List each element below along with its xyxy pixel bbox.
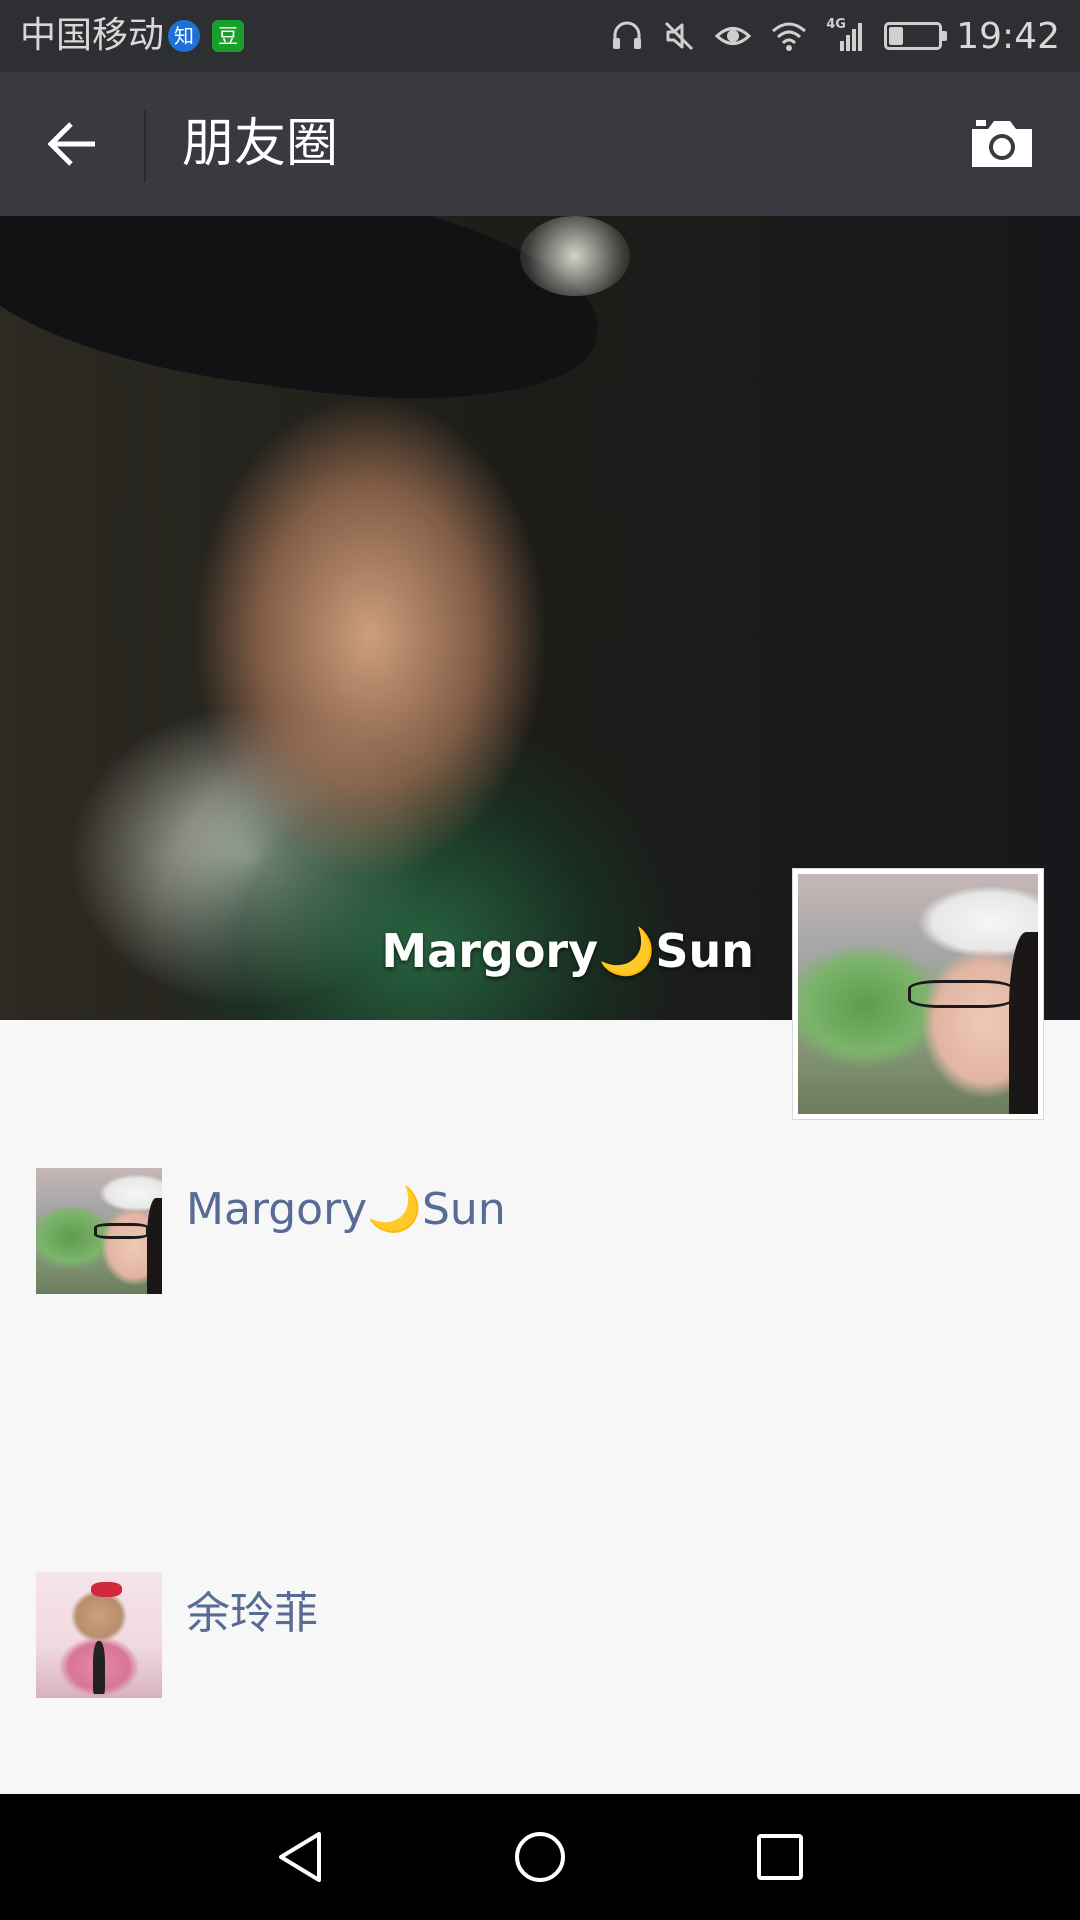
page-title: 朋友圈 [182, 114, 339, 174]
avatar-hair [146, 1198, 162, 1294]
system-nav-bar [0, 1794, 1080, 1920]
nav-home-icon [515, 1832, 565, 1882]
feed-user-name[interactable]: 余玲菲 [186, 1586, 318, 1642]
avatar-glasses [908, 979, 1014, 1009]
nav-recents-button[interactable] [750, 1827, 810, 1887]
header-bar: 朋友圈 [0, 72, 1080, 216]
nav-back-button[interactable] [270, 1827, 330, 1887]
avatar-bow [91, 1582, 122, 1598]
avatar-figure [92, 1641, 106, 1695]
status-icons: 4G 19:42 [592, 0, 1060, 72]
wifi-icon [772, 22, 807, 51]
feed-avatar[interactable] [36, 1168, 162, 1294]
nav-recents-icon [757, 1834, 803, 1880]
feed-avatar[interactable] [36, 1572, 162, 1698]
back-arrow-icon [47, 122, 95, 166]
douban-icon: 豆 [212, 20, 244, 52]
nav-back-icon [279, 1832, 321, 1882]
clock: 19:42 [956, 15, 1060, 57]
cover-hat-shape [0, 216, 611, 430]
header-divider [144, 110, 146, 182]
mute-icon [665, 21, 694, 51]
feed-item: 余玲菲 [36, 1572, 1044, 1698]
cover-user-name: Margory🌙Sun [381, 924, 754, 978]
carrier-label: 中国移动 [20, 15, 165, 56]
feed-user-name[interactable]: Margory🌙Sun [186, 1182, 506, 1238]
nav-home-button[interactable] [510, 1827, 570, 1887]
profile-avatar-image [798, 874, 1038, 1114]
feed-item: Margory🌙Sun [36, 1168, 1044, 1294]
avatar-glasses [93, 1223, 150, 1239]
status-bar: 中国移动 知 豆 4G 19:42 [0, 0, 1080, 72]
battery-level [889, 27, 904, 45]
profile-avatar[interactable] [792, 868, 1044, 1120]
zhihu-icon: 知 [168, 20, 200, 52]
eye-icon [715, 27, 752, 45]
camera-icon [972, 120, 1032, 167]
back-button[interactable] [30, 108, 114, 180]
battery-icon [884, 22, 948, 50]
headphones-icon [613, 21, 642, 49]
camera-button[interactable] [960, 108, 1044, 180]
avatar-hair [1009, 931, 1038, 1114]
cover-hat-trim [520, 216, 630, 296]
4g-signal-icon: 4G [826, 17, 866, 53]
